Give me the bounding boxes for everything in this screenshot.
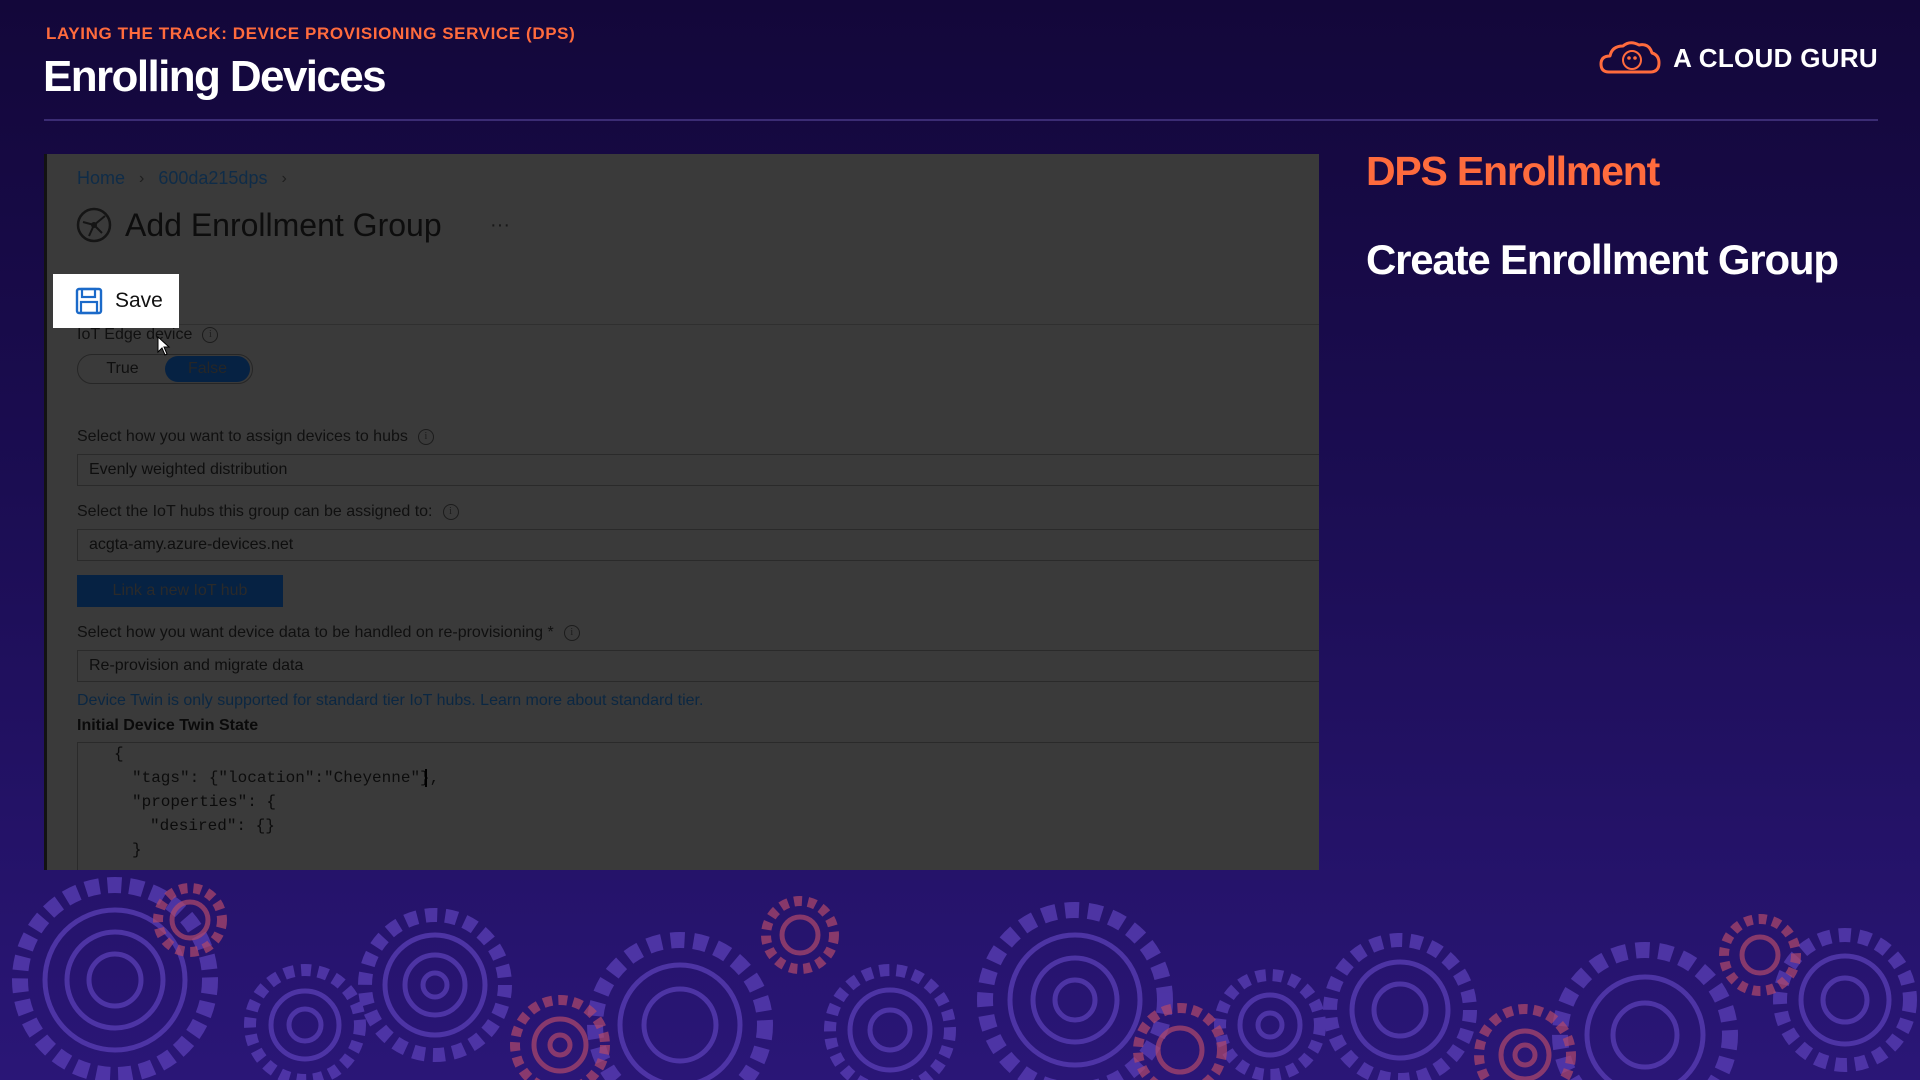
info-icon[interactable]: i: [563, 625, 580, 641]
breadcrumb-dps[interactable]: 600da215dps: [158, 168, 267, 189]
gear-icon: [587, 932, 773, 1080]
code-line: "tags": {"location":"Cheyenne"},: [132, 769, 440, 787]
iot-edge-label: IoT Edge device: [77, 326, 193, 343]
reprovision-label: Select how you want device data to be ha…: [77, 624, 554, 641]
brand-name: A CLOUD GURU: [1673, 42, 1878, 73]
iot-edge-label-row: IoT Edge device i: [77, 326, 219, 344]
portal-screenshot: Home › 600da215dps › Add Enrollment Grou…: [44, 154, 1319, 870]
gear-icon: [12, 877, 218, 1080]
gear-icon: [358, 908, 512, 1062]
gear-icon: [824, 964, 956, 1080]
gear-icon: [1719, 914, 1801, 996]
cursor-icon: [157, 336, 171, 356]
code-line: {: [114, 745, 124, 763]
twin-state-editor[interactable]: { "tags": {"location":"Cheyenne"}, "prop…: [77, 742, 1319, 870]
breadcrumb: Home › 600da215dps ›: [77, 168, 287, 189]
more-options-button[interactable]: ···: [490, 214, 510, 237]
info-icon[interactable]: i: [202, 327, 219, 343]
iot-hubs-select[interactable]: acgta-amy.azure-devices.net: [77, 529, 1319, 561]
reprovision-policy-select[interactable]: Re-provision and migrate data: [77, 650, 1319, 682]
iot-edge-false-option[interactable]: False: [165, 356, 250, 382]
toolbar-divider: [75, 324, 1319, 325]
section-subtitle: DPS Enrollment: [1366, 148, 1660, 194]
code-line: "properties": {: [132, 793, 277, 811]
page-title: Add Enrollment Group: [125, 206, 442, 243]
hubs-label-row: Select the IoT hubs this group can be as…: [77, 503, 459, 521]
iot-edge-true-option[interactable]: True: [80, 356, 165, 382]
header-divider: [44, 119, 1878, 121]
iot-edge-toggle[interactable]: True False: [77, 354, 253, 384]
save-label: Save: [115, 289, 163, 312]
code-line-tags: "tags": {"location":"Cheyenne"},: [132, 769, 439, 787]
page-heading: Add Enrollment Group: [75, 206, 442, 244]
gear-icon: [244, 964, 366, 1080]
text-caret: [425, 769, 427, 787]
cloud-logo-icon: [1599, 41, 1661, 74]
save-icon: [75, 287, 103, 315]
breadcrumb-home[interactable]: Home: [77, 168, 125, 189]
code-line: "desired": {}: [150, 817, 275, 835]
save-button[interactable]: Save: [53, 274, 179, 328]
gear-icon: [510, 995, 610, 1080]
brand-logo: A CLOUD GURU: [1599, 38, 1878, 78]
enrollment-group-icon: [76, 207, 112, 243]
gear-icon: [1323, 933, 1477, 1080]
gear-icon: [761, 896, 839, 974]
assign-label-row: Select how you want to assign devices to…: [77, 428, 434, 446]
gear-icon: [1214, 969, 1326, 1080]
twin-state-label: Initial Device Twin State: [77, 717, 259, 734]
code-line: }: [132, 841, 142, 859]
gear-background: [12, 877, 1917, 1080]
link-new-iot-hub-button[interactable]: Link a new IoT hub: [77, 575, 283, 607]
reprovision-label-row: Select how you want device data to be ha…: [77, 624, 580, 642]
info-icon[interactable]: i: [442, 504, 459, 520]
assign-policy-select[interactable]: Evenly weighted distribution: [77, 454, 1319, 486]
info-icon[interactable]: i: [417, 429, 434, 445]
chevron-right-icon: ›: [281, 169, 287, 187]
standard-tier-notice[interactable]: Device Twin is only supported for standa…: [77, 692, 703, 710]
slide-title: Enrolling Devices: [43, 52, 387, 101]
gear-icon: [1552, 942, 1738, 1080]
section-heading: Create Enrollment Group: [1366, 236, 1839, 283]
hubs-label: Select the IoT hubs this group can be as…: [77, 503, 433, 520]
chevron-right-icon: ›: [139, 169, 145, 187]
assign-label: Select how you want to assign devices to…: [77, 428, 408, 445]
course-eyebrow: LAYING THE TRACK: DEVICE PROVISIONING SE…: [46, 24, 576, 43]
